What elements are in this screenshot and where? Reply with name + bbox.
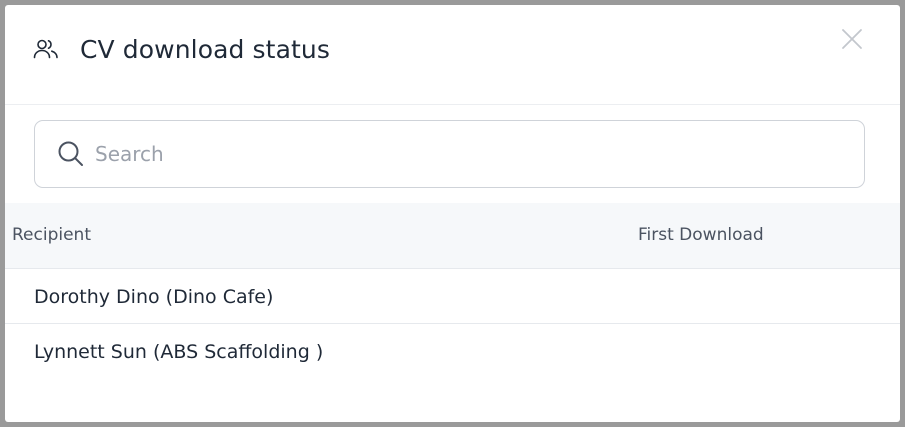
users-icon xyxy=(33,38,59,60)
table-row: Dorothy Dino (Dino Cafe) xyxy=(5,269,900,324)
column-header-first-download: First Download xyxy=(638,225,764,245)
dialog-title: CV download status xyxy=(80,35,330,64)
dialog-header: CV download status xyxy=(5,5,900,105)
search-box[interactable] xyxy=(34,120,865,188)
recipient-cell: Dorothy Dino (Dino Cafe) xyxy=(34,286,274,308)
search-icon xyxy=(57,140,85,168)
close-icon[interactable] xyxy=(839,26,865,52)
table-row: Lynnett Sun (ABS Scaffolding ) xyxy=(5,324,900,378)
recipient-cell: Lynnett Sun (ABS Scaffolding ) xyxy=(34,341,324,363)
cv-download-status-dialog: CV download status Recipient First Downl… xyxy=(5,5,900,422)
search-input[interactable] xyxy=(93,131,857,177)
table-header-row: Recipient First Download xyxy=(5,203,900,269)
column-header-recipient: Recipient xyxy=(12,225,91,245)
